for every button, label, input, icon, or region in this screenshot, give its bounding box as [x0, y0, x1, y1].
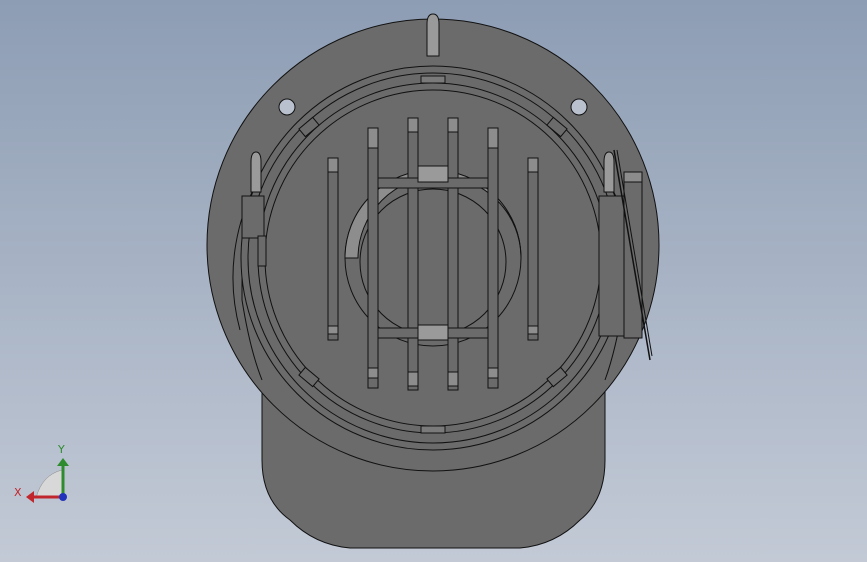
part-model[interactable] [206, 13, 660, 549]
graphics-viewport[interactable]: X Y [0, 0, 867, 562]
lifting-hook-top [426, 13, 440, 57]
side-bar-right-top [623, 171, 643, 183]
rib-bottom-light [417, 324, 449, 341]
triad-x-label: X [14, 486, 22, 499]
side-bar-right [623, 171, 643, 339]
mounting-hole-right [570, 98, 588, 116]
model-view-svg[interactable] [0, 0, 867, 562]
mounting-hole-left [278, 98, 296, 116]
triad-y-label: Y [58, 443, 65, 456]
center-boss [359, 188, 507, 336]
ring-tab-bottom [420, 425, 446, 434]
side-block-left-inner [257, 235, 267, 267]
lifting-hook-right [603, 151, 615, 193]
rib-top-light [417, 165, 449, 183]
lifting-hook-left [250, 151, 262, 193]
side-bracket-right [598, 195, 626, 337]
triad-z-axis [59, 493, 67, 501]
side-block-left [241, 195, 265, 239]
ring-tab-top [420, 75, 446, 84]
